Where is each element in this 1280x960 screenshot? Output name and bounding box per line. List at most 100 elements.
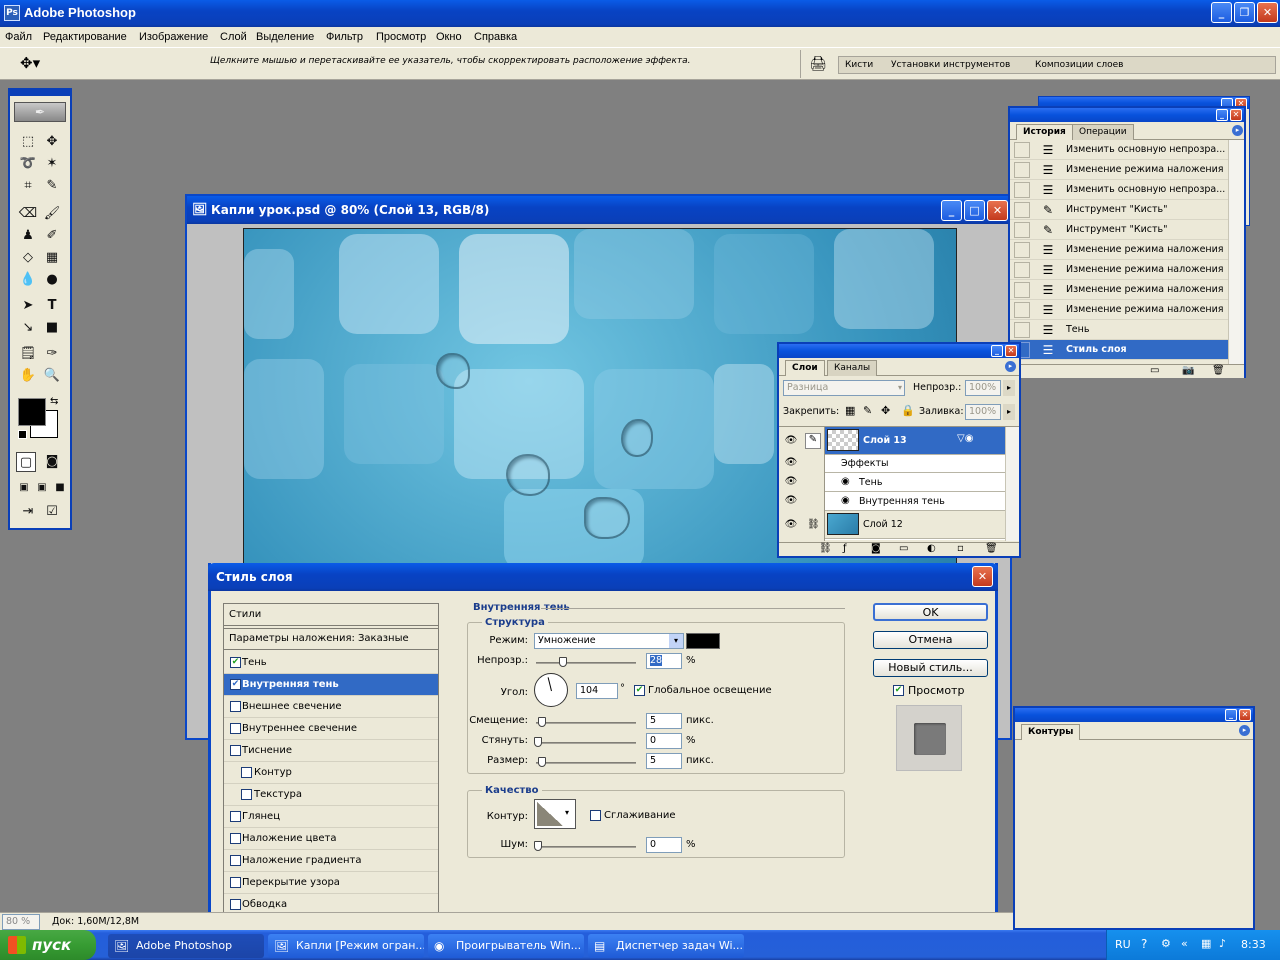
menu-image[interactable]: Изображение bbox=[139, 27, 208, 47]
history-menu-icon[interactable]: ▸ bbox=[1232, 125, 1243, 136]
noise-field[interactable]: 0 bbox=[646, 837, 682, 853]
new-style-button[interactable]: Новый стиль... bbox=[873, 659, 988, 677]
choke-slider[interactable] bbox=[536, 742, 636, 744]
history-item[interactable]: ☰ Изменить основную непрозра... bbox=[1010, 180, 1228, 200]
ok-button[interactable]: OK bbox=[873, 603, 988, 621]
lock-transparent-icon[interactable]: ▦ bbox=[845, 404, 855, 417]
toolbox-header[interactable] bbox=[10, 90, 70, 96]
taskbar-item-media-player[interactable]: ◉ Проигрыватель Win... bbox=[428, 934, 584, 958]
eraser-tool-icon[interactable]: ◇ bbox=[18, 248, 38, 268]
history-item[interactable]: ☰ Тень bbox=[1010, 320, 1228, 340]
zoom-field[interactable]: 80 % bbox=[2, 914, 40, 930]
history-item[interactable]: ✎ Инструмент "Кисть" bbox=[1010, 220, 1228, 240]
style-satin[interactable]: Глянец bbox=[224, 806, 438, 828]
eye-icon[interactable]: 👁 bbox=[783, 457, 799, 471]
language-indicator[interactable]: RU bbox=[1115, 938, 1131, 951]
help-icon[interactable]: ? bbox=[1141, 937, 1147, 951]
eyedropper-tool-icon[interactable]: ✑ bbox=[42, 344, 62, 364]
zoom-tool-icon[interactable]: 🔍 bbox=[42, 366, 62, 386]
lock-position-icon[interactable]: ✥ bbox=[881, 404, 890, 417]
menu-window[interactable]: Окно bbox=[436, 27, 462, 47]
well-tab-tool-presets[interactable]: Установки инструментов bbox=[891, 60, 1010, 70]
drop-shadow-checkbox[interactable]: ✔ bbox=[230, 657, 241, 668]
satin-checkbox[interactable] bbox=[230, 811, 241, 822]
inner-shadow-checkbox[interactable]: ✔ bbox=[230, 679, 241, 690]
history-item[interactable]: ☰ Изменить основную непрозра... bbox=[1010, 140, 1228, 160]
screen-mode-full-menu-icon[interactable]: ▣ bbox=[32, 478, 52, 498]
angle-dial[interactable] bbox=[534, 673, 568, 707]
quick-mask-mode-icon[interactable]: ◙ bbox=[42, 452, 62, 472]
menu-edit[interactable]: Редактирование bbox=[43, 27, 127, 47]
blend-mode-dropdown[interactable]: Умножение ▾ bbox=[534, 633, 684, 649]
layer-effect-drop-shadow[interactable]: ◉ Тень bbox=[825, 473, 1005, 492]
hand-tool-icon[interactable]: ✋ bbox=[18, 366, 38, 386]
color-overlay-checkbox[interactable] bbox=[230, 833, 241, 844]
paths-palette-titlebar[interactable]: _ ✕ bbox=[1015, 708, 1253, 722]
choke-field[interactable]: 0 bbox=[646, 733, 682, 749]
history-item[interactable]: ✎ Инструмент "Кисть" bbox=[1010, 200, 1228, 220]
slice-tool-icon[interactable]: ✎ bbox=[42, 176, 62, 196]
gradient-overlay-checkbox[interactable] bbox=[230, 855, 241, 866]
foreground-color-swatch[interactable] bbox=[18, 398, 46, 426]
document-close-button[interactable]: ✕ bbox=[987, 200, 1008, 221]
style-contour[interactable]: Контур bbox=[224, 762, 438, 784]
move-tool-preset-icon[interactable]: ✥▾ bbox=[20, 54, 40, 72]
eye-icon[interactable]: 👁 bbox=[783, 519, 799, 533]
new-document-icon[interactable]: ▭ bbox=[1150, 365, 1159, 376]
feather-logo-icon[interactable]: ✒ bbox=[14, 102, 66, 122]
add-style-icon[interactable]: ƒ bbox=[843, 543, 847, 554]
well-tab-brushes[interactable]: Кисти bbox=[845, 60, 873, 70]
fill-arrow-icon[interactable]: ▸ bbox=[1003, 404, 1015, 420]
layer-style-close-button[interactable]: ✕ bbox=[972, 566, 993, 587]
screen-mode-standard-icon[interactable]: ▣ bbox=[14, 478, 34, 498]
menu-select[interactable]: Выделение bbox=[256, 27, 314, 47]
layer-row-selected[interactable]: Слой 13 ▽◉ bbox=[825, 427, 1005, 455]
checkmark-icon[interactable]: ☑ bbox=[42, 502, 62, 522]
restore-button[interactable]: ❐ bbox=[1234, 2, 1255, 23]
style-drop-shadow[interactable]: ✔ Тень bbox=[224, 652, 438, 674]
tray-expand-icon[interactable]: « bbox=[1181, 937, 1188, 950]
new-layer-icon[interactable]: ▫ bbox=[957, 543, 964, 554]
move-tool-icon[interactable]: ✥ bbox=[42, 132, 62, 152]
tab-history[interactable]: История bbox=[1016, 124, 1073, 140]
history-brush-tool-icon[interactable]: ✐ bbox=[42, 226, 62, 246]
eye-icon[interactable]: 👁 bbox=[783, 435, 799, 449]
standard-mode-icon[interactable]: ▢ bbox=[16, 452, 36, 472]
style-inner-shadow[interactable]: ✔ Внутренняя тень bbox=[224, 674, 438, 696]
history-item[interactable]: ☰ Изменение режима наложения bbox=[1010, 260, 1228, 280]
opacity-slider[interactable] bbox=[536, 662, 636, 664]
antialias-checkbox[interactable] bbox=[590, 810, 601, 821]
swap-colors-icon[interactable]: ⇆ bbox=[50, 396, 58, 407]
size-slider[interactable] bbox=[536, 762, 636, 764]
blending-options-item[interactable]: Параметры наложения: Заказные bbox=[224, 628, 438, 650]
layer-link-icon[interactable]: ⛓ bbox=[807, 519, 820, 530]
document-titlebar[interactable]: 🖼 Капли урок.psd @ 80% (Слой 13, RGB/8) … bbox=[187, 196, 1010, 224]
tab-channels[interactable]: Каналы bbox=[827, 360, 878, 376]
history-item[interactable]: ☰ Изменение режима наложения bbox=[1010, 300, 1228, 320]
history-item[interactable]: ☰ Изменение режима наложения bbox=[1010, 280, 1228, 300]
default-colors-icon[interactable] bbox=[18, 430, 27, 439]
menu-layer[interactable]: Слой bbox=[220, 27, 247, 47]
network-icon[interactable]: ▦ bbox=[1201, 937, 1211, 950]
tab-paths[interactable]: Контуры bbox=[1021, 724, 1081, 740]
menu-view[interactable]: Просмотр bbox=[376, 27, 426, 47]
layers-scrollbar[interactable] bbox=[1005, 427, 1019, 541]
crop-tool-icon[interactable]: ⌗ bbox=[18, 176, 38, 196]
history-item[interactable]: ☰ Изменение режима наложения bbox=[1010, 160, 1228, 180]
paths-minimize-button[interactable]: _ bbox=[1225, 709, 1237, 721]
opacity-arrow-icon[interactable]: ▸ bbox=[1003, 380, 1015, 396]
paths-menu-icon[interactable]: ▸ bbox=[1239, 725, 1250, 736]
layers-close-button[interactable]: ✕ bbox=[1005, 345, 1017, 357]
type-tool-icon[interactable]: T bbox=[42, 296, 62, 316]
tab-layers[interactable]: Слои bbox=[785, 360, 825, 376]
eye-icon[interactable]: 👁 bbox=[783, 476, 799, 490]
history-minimize-button[interactable]: _ bbox=[1216, 109, 1228, 121]
style-inner-glow[interactable]: Внутреннее свечение bbox=[224, 718, 438, 740]
noise-slider[interactable] bbox=[536, 846, 636, 848]
new-group-icon[interactable]: ▭ bbox=[899, 543, 908, 554]
stroke-checkbox[interactable] bbox=[230, 899, 241, 910]
layers-menu-icon[interactable]: ▸ bbox=[1005, 361, 1016, 372]
lock-all-icon[interactable]: 🔒 bbox=[901, 404, 915, 417]
document-maximize-button[interactable]: □ bbox=[964, 200, 985, 221]
magic-wand-tool-icon[interactable]: ✶ bbox=[42, 154, 62, 174]
